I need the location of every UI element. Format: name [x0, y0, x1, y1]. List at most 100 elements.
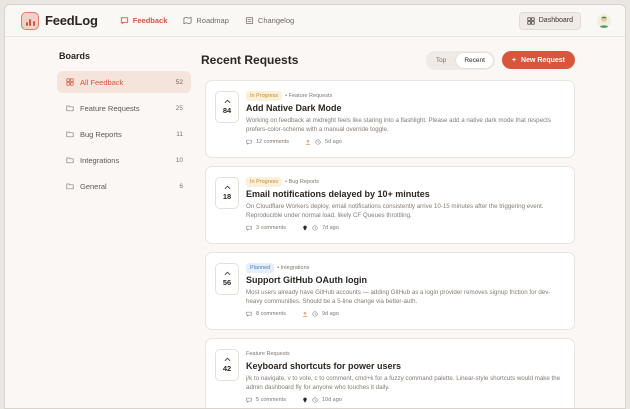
sort-top[interactable]: Top — [428, 53, 454, 68]
vote-count: 84 — [222, 106, 232, 115]
nav-roadmap[interactable]: Roadmap — [183, 16, 229, 25]
board-general[interactable]: General 6 — [57, 175, 191, 197]
request-card[interactable]: 18 In Progress • Bug Reports Email notif… — [205, 166, 575, 244]
vote-count: 42 — [222, 364, 232, 373]
timestamp: 5d ago — [325, 139, 342, 145]
vote-count: 18 — [222, 192, 232, 201]
board-all-feedback[interactable]: All Feedback 52 — [57, 71, 191, 93]
clock-icon — [312, 311, 318, 317]
board-count: 10 — [175, 156, 183, 164]
card-description: On Cloudflare Workers deploy, email noti… — [246, 203, 544, 219]
nav-changelog-label: Changelog — [257, 16, 295, 25]
vote-button[interactable]: 42 — [215, 349, 239, 381]
category-label: Feature Requests — [246, 350, 290, 357]
folder-icon — [66, 183, 74, 190]
request-card[interactable]: 42 Feature Requests Keyboard shortcuts f… — [205, 338, 575, 408]
vote-button[interactable]: 84 — [215, 91, 239, 123]
new-request-button[interactable]: + New Request — [501, 51, 575, 69]
board-bug-reports[interactable]: Bug Reports 11 — [57, 123, 191, 145]
map-icon — [183, 16, 192, 25]
comment-icon — [246, 311, 252, 317]
pin-icon — [303, 225, 307, 231]
card-title[interactable]: Email notifications delayed by 10+ minut… — [246, 189, 564, 199]
request-card[interactable]: 56 Planned • Integrations Support GitHub… — [205, 252, 575, 330]
nav-feedback-label: Feedback — [132, 16, 168, 25]
comment-count[interactable]: 5 comments — [256, 397, 286, 403]
card-title[interactable]: Support GitHub OAuth login — [246, 275, 564, 285]
folder-icon — [66, 105, 74, 112]
card-title[interactable]: Keyboard shortcuts for power users — [246, 361, 564, 371]
board-label: Integrations — [80, 155, 120, 165]
board-label: Feature Requests — [80, 103, 140, 113]
timestamp: 7d ago — [321, 225, 339, 231]
comment-count[interactable]: 8 comments — [256, 311, 286, 317]
dashboard-button[interactable]: Dashboard — [518, 11, 581, 30]
plus-icon: + — [511, 56, 517, 64]
list-icon — [245, 16, 253, 25]
board-label: All Feedback — [80, 77, 124, 87]
logo-bars-icon — [21, 11, 39, 30]
new-request-label: New Request — [521, 56, 565, 64]
sort-toggle: Top Recent — [425, 50, 495, 70]
author-avatar-icon — [305, 139, 311, 145]
page-title: Recent Requests — [201, 53, 299, 67]
main-nav: Feedback Roadmap Changelog — [120, 16, 294, 25]
clock-icon — [315, 139, 321, 145]
comment-icon — [246, 225, 252, 231]
category-label: • Bug Reports — [285, 178, 320, 185]
clock-icon — [312, 225, 318, 231]
comment-count[interactable]: 12 comments — [256, 139, 289, 145]
app-name: FeedLog — [45, 13, 98, 28]
chevron-up-icon — [224, 357, 230, 362]
card-description: Most users already have GitHub accounts … — [246, 289, 551, 305]
board-count: 11 — [176, 130, 183, 138]
status-badge: In Progress — [246, 176, 283, 187]
app-window: FeedLog Feedback Roadmap Changelog Dashb… — [4, 4, 626, 409]
board-count: 6 — [179, 182, 183, 190]
folder-icon — [66, 131, 74, 138]
avatar-icon — [599, 15, 609, 28]
main-content: Recent Requests Top Recent + New Request… — [201, 49, 575, 408]
card-title[interactable]: Add Native Dark Mode — [246, 103, 564, 113]
comment-icon — [246, 139, 252, 145]
nav-changelog[interactable]: Changelog — [245, 16, 294, 25]
board-integrations[interactable]: Integrations 10 — [57, 149, 191, 171]
timestamp: 9d ago — [321, 311, 339, 317]
boards-title: Boards — [59, 51, 91, 61]
board-label: Bug Reports — [80, 129, 122, 139]
author-avatar-icon — [302, 311, 308, 317]
clock-icon — [312, 397, 318, 403]
timestamp: 10d ago — [321, 397, 342, 403]
board-count: 52 — [175, 78, 183, 86]
nav-roadmap-label: Roadmap — [196, 16, 229, 25]
card-description: Working on feedback at midnight feels li… — [246, 117, 551, 133]
board-count: 25 — [175, 104, 183, 112]
card-description: j/k to navigate, v to vote, c to comment… — [246, 375, 561, 391]
vote-count: 56 — [222, 278, 232, 287]
boards-sidebar: Boards All Feedback 52 Feature Requests … — [57, 51, 191, 201]
vote-button[interactable]: 56 — [215, 263, 239, 295]
top-bar: FeedLog Feedback Roadmap Changelog Dashb… — [5, 5, 625, 37]
logo[interactable]: FeedLog — [21, 11, 98, 30]
comment-icon — [246, 397, 252, 403]
chevron-up-icon — [224, 185, 230, 190]
status-badge: Planned — [246, 262, 275, 273]
chevron-up-icon — [224, 99, 230, 104]
status-badge: In Progress — [246, 90, 283, 101]
board-feature-requests[interactable]: Feature Requests 25 — [57, 97, 191, 119]
comment-count[interactable]: 3 comments — [256, 225, 286, 231]
pin-icon — [303, 397, 307, 403]
category-label: • Integrations — [277, 264, 310, 271]
dashboard-grid-icon — [527, 16, 535, 25]
vote-button[interactable]: 18 — [215, 177, 239, 209]
category-label: • Feature Requests — [285, 92, 333, 99]
user-avatar[interactable] — [597, 13, 611, 28]
chevron-up-icon — [224, 271, 230, 276]
folder-icon — [66, 157, 74, 164]
nav-feedback[interactable]: Feedback — [120, 16, 168, 25]
request-card[interactable]: 84 In Progress • Feature Requests Add Na… — [205, 80, 575, 158]
grid-icon — [66, 78, 74, 86]
sort-recent[interactable]: Recent — [456, 52, 493, 68]
dashboard-label: Dashboard — [538, 17, 573, 24]
message-icon — [120, 17, 128, 25]
